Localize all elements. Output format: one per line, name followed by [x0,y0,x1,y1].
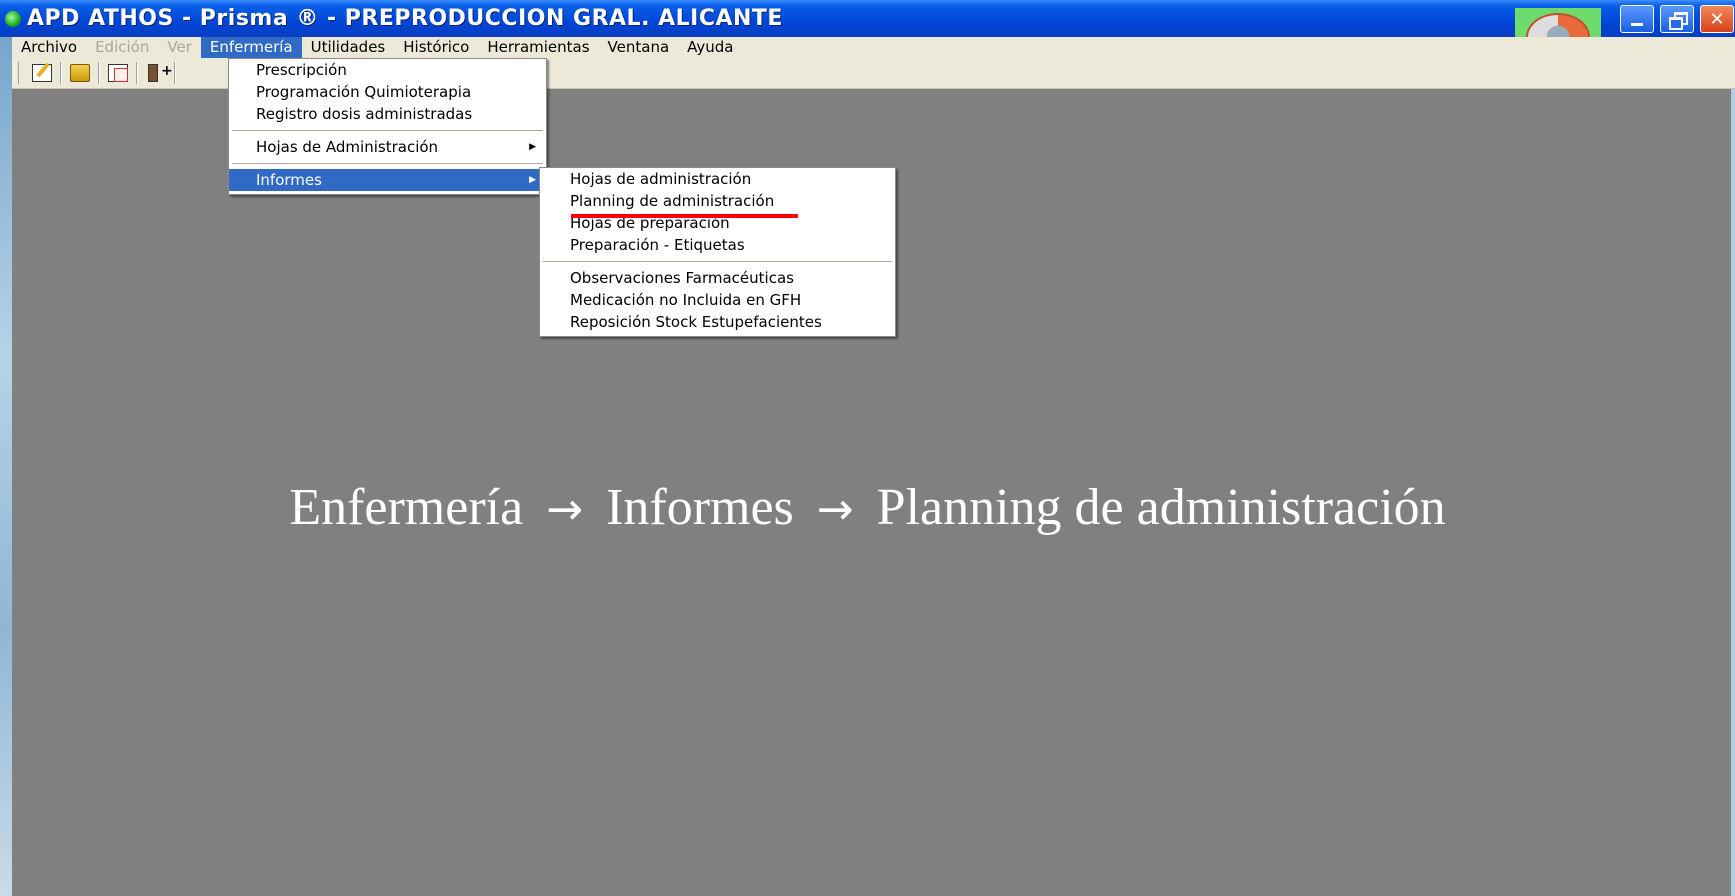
menu-ventana[interactable]: Ventana [599,37,679,58]
edit-button[interactable] [27,61,57,85]
menu-item-informes[interactable]: Informes ▶ [229,169,546,191]
menu-historico[interactable]: Histórico [394,37,478,58]
copy-button[interactable] [103,61,133,85]
caption-step-planning: Planning de administración [876,479,1446,536]
edit-icon [32,64,52,82]
menu-herramientas[interactable]: Herramientas [478,37,598,58]
navigation-caption: Enfermería → Informes → Planning de admi… [0,478,1735,537]
menu-utilidades[interactable]: Utilidades [302,37,395,58]
menu-item-label: Reposición Stock Estupefacientes [570,313,822,331]
toolbar-separator [98,62,100,84]
folder-icon [70,64,90,82]
submenu-item-hojas-administracion[interactable]: Hojas de administración [540,168,895,190]
menu-item-registro-dosis[interactable]: Registro dosis administradas [229,103,546,125]
minimize-icon [1631,22,1643,26]
title-bar: APD ATHOS - Prisma ® - PREPRODUCCION GRA… [0,0,1735,66]
toolbar-separator [174,62,176,84]
minimize-button[interactable] [1620,5,1654,33]
menu-ayuda[interactable]: Ayuda [678,37,742,58]
informes-submenu: Hojas de administración Planning de admi… [539,167,896,337]
submenu-item-reposicion-stock[interactable]: Reposición Stock Estupefacientes [540,311,895,333]
menu-item-label: Prescripción [256,61,347,79]
menu-item-label: Hojas de administración [570,170,752,188]
menu-item-label: Registro dosis administradas [256,105,473,123]
slide-background-edge [0,0,12,896]
close-button[interactable]: ✕ [1700,5,1734,33]
submenu-item-preparacion-etiquetas[interactable]: Preparación - Etiquetas [540,234,895,256]
menu-item-prescripcion[interactable]: Prescripción [229,59,546,81]
menu-item-label: Informes [256,171,322,189]
menu-separator [232,130,543,131]
menu-enfermeria[interactable]: Enfermería [200,37,302,58]
menu-item-label: Preparación - Etiquetas [570,236,745,254]
caption-step-informes: Informes [606,479,794,536]
toolbar-grip[interactable] [14,62,19,84]
copy-icon [108,64,128,82]
toolbar-separator [60,62,62,84]
menu-edicion[interactable]: Edición [86,37,158,58]
submenu-item-observaciones-farmaceuticas[interactable]: Observaciones Farmacéuticas [540,267,895,289]
window-title: APD ATHOS - Prisma ® - PREPRODUCCION GRA… [27,6,783,31]
submenu-arrow-icon: ▶ [529,175,536,185]
menu-separator [232,163,543,164]
menu-item-label: Planning de administración [570,192,775,210]
toolbar-separator [136,62,138,84]
menu-ver[interactable]: Ver [158,37,201,58]
submenu-item-planning-administracion[interactable]: Planning de administración [540,190,895,212]
menu-item-label: Hojas de Administración [256,138,439,156]
submenu-arrow-icon: ▶ [529,142,536,152]
restore-button[interactable] [1660,5,1694,33]
menu-separator [543,261,892,262]
menu-item-programacion-quimioterapia[interactable]: Programación Quimioterapia [229,81,546,103]
menu-item-label: Programación Quimioterapia [256,83,472,101]
arrow-right-icon: → [546,484,584,535]
menu-item-label: Observaciones Farmacéuticas [570,269,794,287]
red-underline-annotation [571,214,798,218]
submenu-item-medicacion-no-incluida[interactable]: Medicación no Incluida en GFH [540,289,895,311]
menu-item-label: Medicación no Incluida en GFH [570,291,802,309]
caption-step-enfermeria: Enfermería [289,479,524,536]
close-icon: ✕ [1709,8,1725,30]
menu-archivo[interactable]: Archivo [12,37,86,58]
app-green-icon [5,10,21,27]
restore-icon [1669,12,1688,30]
exit-button[interactable] [141,61,173,85]
open-button[interactable] [65,61,95,85]
enfermeria-dropdown: Prescripción Programación Quimioterapia … [228,58,547,195]
exit-icon [148,63,173,82]
menu-bar: Archivo Edición Ver Enfermería Utilidade… [12,37,1735,58]
arrow-right-icon: → [816,484,854,535]
menu-item-hojas-administracion[interactable]: Hojas de Administración ▶ [229,136,546,158]
